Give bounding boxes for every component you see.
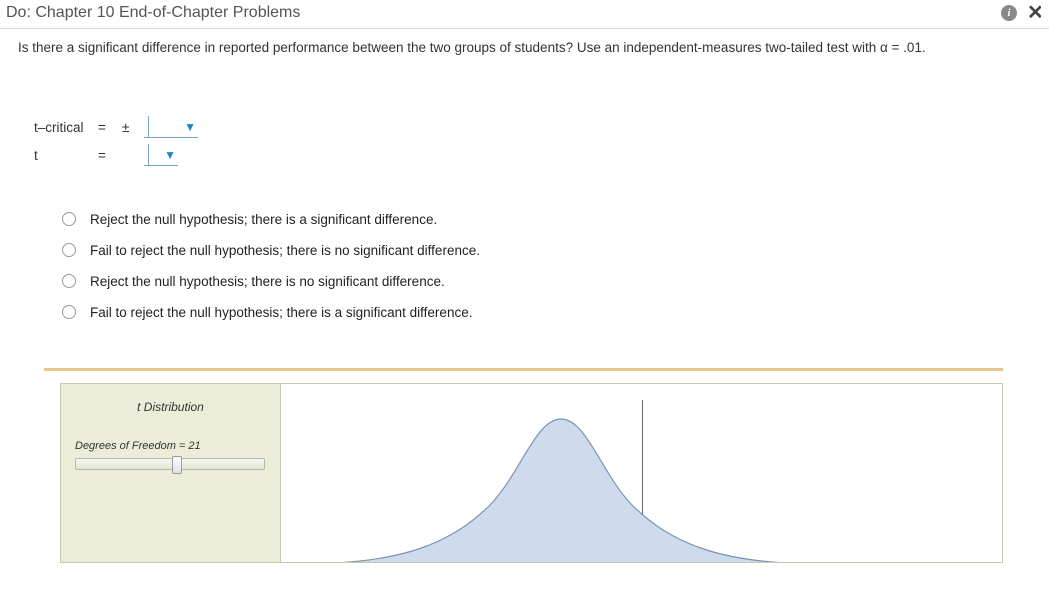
inputs-block: t–critical = ± ▼ t = ▼ [34,114,1029,170]
t-critical-label: t–critical [34,120,98,135]
option-label: Fail to reject the null hypothesis; ther… [90,243,480,258]
equals-sign: = [98,120,122,135]
option-1[interactable]: Reject the null hypothesis; there is a s… [62,212,1029,227]
dof-slider[interactable] [75,458,265,470]
radio-icon[interactable] [62,305,76,319]
radio-icon[interactable] [62,243,76,257]
t-row: t = ▼ [34,142,1029,170]
distribution-panel: t Distribution Degrees of Freedom = 21 [60,383,1003,563]
question-text: Is there a significant difference in rep… [18,37,1029,60]
t-distribution-curve [281,394,841,563]
content-area: Is there a significant difference in rep… [0,29,1049,563]
close-icon[interactable]: ✕ [1027,5,1041,21]
plus-minus-sign: ± [122,120,144,135]
input-cursor [148,116,149,138]
dropdown-icon[interactable]: ▼ [184,121,196,133]
option-label: Fail to reject the null hypothesis; ther… [90,305,472,320]
t-critical-row: t–critical = ± ▼ [34,114,1029,142]
section-divider [44,368,1003,371]
panel-title: t Distribution [75,400,266,414]
info-icon[interactable]: i [1001,5,1017,21]
curve-path [301,419,821,563]
dof-label: Degrees of Freedom = 21 [75,440,266,452]
option-label: Reject the null hypothesis; there is a s… [90,212,437,227]
t-critical-input[interactable]: ▼ [144,118,198,138]
option-label: Reject the null hypothesis; there is no … [90,274,445,289]
chart-panel [280,383,1003,563]
option-2[interactable]: Fail to reject the null hypothesis; ther… [62,243,1029,258]
equals-sign: = [98,148,122,163]
radio-icon[interactable] [62,274,76,288]
input-cursor [148,144,149,166]
option-3[interactable]: Reject the null hypothesis; there is no … [62,274,1029,289]
dropdown-icon[interactable]: ▼ [164,149,176,161]
option-4[interactable]: Fail to reject the null hypothesis; ther… [62,305,1029,320]
radio-icon[interactable] [62,212,76,226]
page-title: Do: Chapter 10 End-of-Chapter Problems [6,4,1001,22]
t-label: t [34,148,98,163]
page-header: Do: Chapter 10 End-of-Chapter Problems i… [0,0,1049,29]
t-input[interactable]: ▼ [144,146,178,166]
controls-panel: t Distribution Degrees of Freedom = 21 [60,383,280,563]
answer-options: Reject the null hypothesis; there is a s… [62,212,1029,320]
slider-thumb[interactable] [172,456,182,474]
